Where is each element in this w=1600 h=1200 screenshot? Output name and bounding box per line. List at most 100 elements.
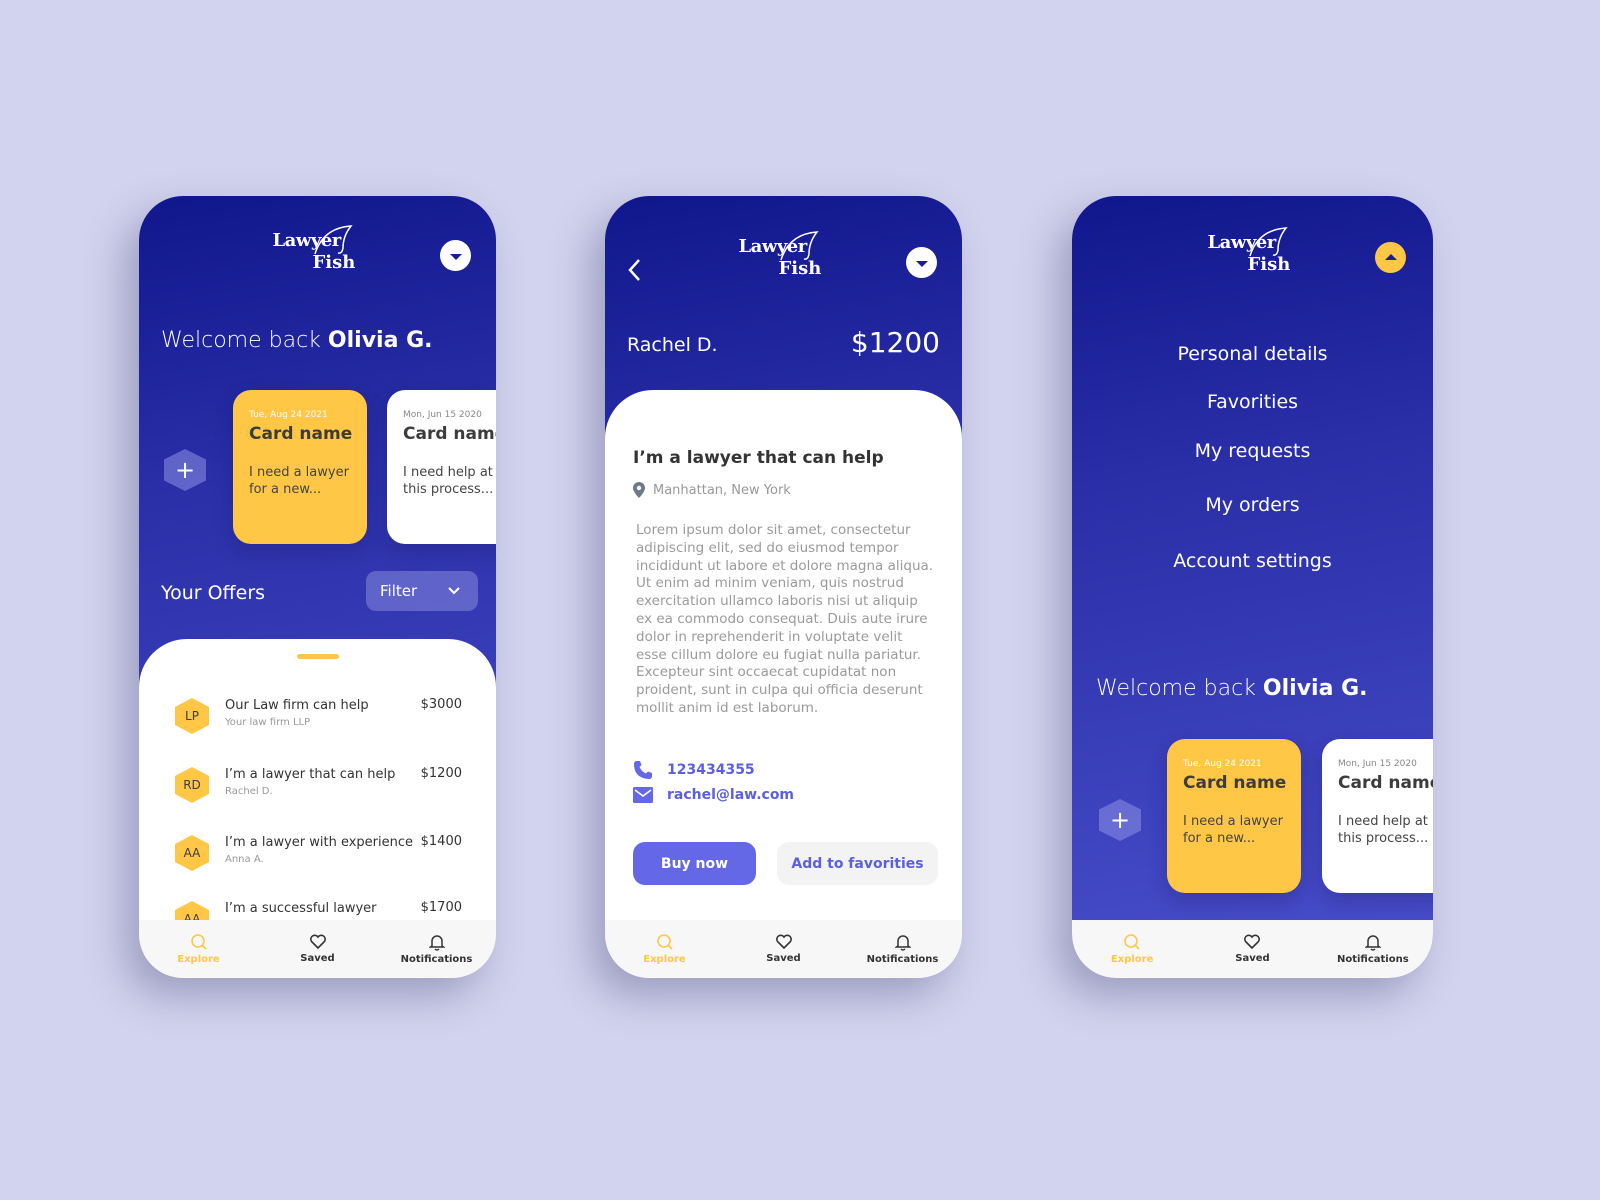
menu-item-personal-details[interactable]: Personal details [1072, 343, 1433, 365]
buy-now-button[interactable]: Buy now [633, 842, 756, 885]
tab-label: Notifications [866, 954, 939, 965]
offer-price: $1200 [420, 766, 462, 781]
detail-sheet: I’m a lawyer that can help Manhattan, Ne… [605, 390, 962, 978]
offer-description: Lorem ipsum dolor sit amet, consectetur … [636, 522, 934, 716]
email-address: rachel@law.com [667, 787, 795, 803]
offer-price: $1200 [850, 326, 940, 359]
bell-icon [894, 935, 911, 951]
add-card-button[interactable]: + [1099, 799, 1141, 841]
card-date: Mon, Jun 15 2020 [1338, 759, 1417, 769]
tab-notifications[interactable]: Notifications [858, 933, 948, 965]
search-icon [1124, 934, 1140, 950]
user-name: Olivia G. [327, 328, 433, 353]
phone-icon [634, 761, 652, 779]
lawyerfish-logo: Lawyer Fish [1208, 226, 1298, 286]
welcome-prefix: Welcome back [161, 328, 328, 353]
offer-title: I’m a lawyer that can help [225, 767, 396, 782]
phone-home-screen: Lawyer Fish Welcome back Olivia G. + Tue… [139, 196, 496, 978]
phone-detail-screen: Lawyer Fish Rachel D. $1200 I’m a lawyer… [605, 196, 962, 978]
welcome-message: Welcome back Olivia G. [161, 328, 433, 353]
card-date: Tue, Aug 24 2021 [249, 410, 328, 420]
card-date: Mon, Jun 15 2020 [403, 410, 482, 420]
heart-icon [1244, 934, 1261, 950]
offer-list-item[interactable]: RD I’m a lawyer that can help Rachel D. … [175, 766, 462, 817]
filter-dropdown[interactable]: Filter [366, 571, 478, 611]
offer-title: I’m a successful lawyer [225, 901, 377, 916]
tab-label: Explore [643, 954, 686, 965]
add-card-button[interactable]: + [164, 449, 206, 491]
user-name: Olivia G. [1262, 676, 1368, 701]
search-icon [190, 934, 207, 950]
menu-item-account-settings[interactable]: Account settings [1072, 550, 1433, 572]
menu-collapse-button[interactable] [1375, 242, 1406, 273]
offer-list-item[interactable]: LP Our Law firm can help Your law firm L… [175, 697, 462, 748]
phone-number: 123434355 [667, 762, 755, 778]
mail-icon [633, 787, 653, 803]
chevron-left-icon [628, 259, 640, 281]
lawyerfish-logo: Lawyer Fish [273, 224, 363, 284]
offer-subtitle: Your law firm LLP [225, 717, 311, 728]
menu-item-favorites[interactable]: Favorities [1072, 391, 1433, 413]
tab-label: Saved [300, 953, 335, 964]
offer-avatar: RD [175, 767, 209, 803]
caret-down-icon [449, 253, 462, 260]
request-card[interactable]: Mon, Jun 15 2020 Card name I need help a… [387, 390, 496, 544]
caret-up-icon [1384, 253, 1397, 260]
search-icon [656, 934, 673, 950]
card-description: I need a lawyer for a new... [249, 465, 349, 497]
bell-icon [428, 935, 445, 951]
email-contact[interactable]: rachel@law.com [633, 787, 794, 803]
back-button[interactable] [627, 256, 641, 289]
phone-menu-screen: Lawyer Fish Personal details Favorities … [1072, 196, 1433, 978]
bottom-tab-bar: Explore Saved Notifications [139, 920, 496, 978]
welcome-prefix: Welcome back [1096, 676, 1263, 701]
heart-icon [309, 934, 326, 950]
fishing-rod-icon [1248, 227, 1288, 257]
menu-item-my-requests[interactable]: My requests [1072, 440, 1433, 462]
offer-avatar: AA [175, 835, 209, 871]
menu-dropdown-button[interactable] [906, 247, 937, 278]
offer-title: I’m a lawyer with experience [225, 835, 414, 850]
tab-notifications[interactable]: Notifications [1328, 933, 1418, 965]
tab-saved[interactable]: Saved [739, 934, 829, 964]
tab-label: Notifications [1336, 954, 1409, 965]
tab-explore[interactable]: Explore [620, 933, 710, 965]
tab-explore[interactable]: Explore [154, 933, 244, 965]
offer-price: $3000 [420, 697, 462, 712]
phone-contact[interactable]: 123434355 [633, 760, 755, 780]
offer-list-item[interactable]: AA I’m a lawyer with experience Anna A. … [175, 834, 462, 885]
location: Manhattan, New York [633, 482, 791, 498]
bottom-tab-bar: Explore Saved Notifications [605, 920, 962, 978]
tab-saved[interactable]: Saved [1207, 934, 1297, 964]
request-card[interactable]: Tue, Aug 24 2021 Card name I need a lawy… [233, 390, 367, 544]
tab-explore[interactable]: Explore [1087, 933, 1177, 965]
sheet-drag-handle[interactable] [296, 654, 339, 659]
card-description: I need a lawyer for a new... [1183, 814, 1283, 846]
lawyerfish-logo: Lawyer Fish [739, 230, 829, 290]
offer-avatar: LP [175, 698, 209, 734]
card-name: Card name [403, 424, 496, 444]
location-pin-icon [633, 482, 645, 498]
filter-label: Filter [380, 582, 418, 600]
location-text: Manhattan, New York [653, 482, 791, 498]
fishing-rod-icon [313, 225, 353, 255]
request-card[interactable]: Mon, Jun 15 2020 Card name I need help a… [1322, 739, 1433, 893]
offer-title: Our Law firm can help [225, 698, 369, 713]
tab-label: Explore [1110, 954, 1154, 965]
menu-item-my-orders[interactable]: My orders [1072, 494, 1433, 516]
offer-price: $1400 [420, 834, 462, 849]
caret-down-icon [915, 260, 928, 267]
offer-price: $1700 [420, 900, 462, 915]
tab-label: Saved [766, 953, 801, 964]
menu-dropdown-button[interactable] [440, 240, 471, 271]
card-description: I need help at this process... [403, 465, 494, 497]
request-card[interactable]: Tue, Aug 24 2021 Card name I need a lawy… [1167, 739, 1301, 893]
tab-label: Saved [1235, 953, 1270, 964]
card-name: Card name [1183, 773, 1287, 793]
bottom-tab-bar: Explore Saved Notifications [1072, 920, 1433, 978]
offers-section-title: Your Offers [161, 582, 266, 604]
chevron-down-icon [448, 587, 460, 595]
tab-saved[interactable]: Saved [273, 934, 363, 964]
tab-notifications[interactable]: Notifications [392, 933, 482, 965]
add-to-favorites-button[interactable]: Add to favorities [777, 842, 938, 885]
